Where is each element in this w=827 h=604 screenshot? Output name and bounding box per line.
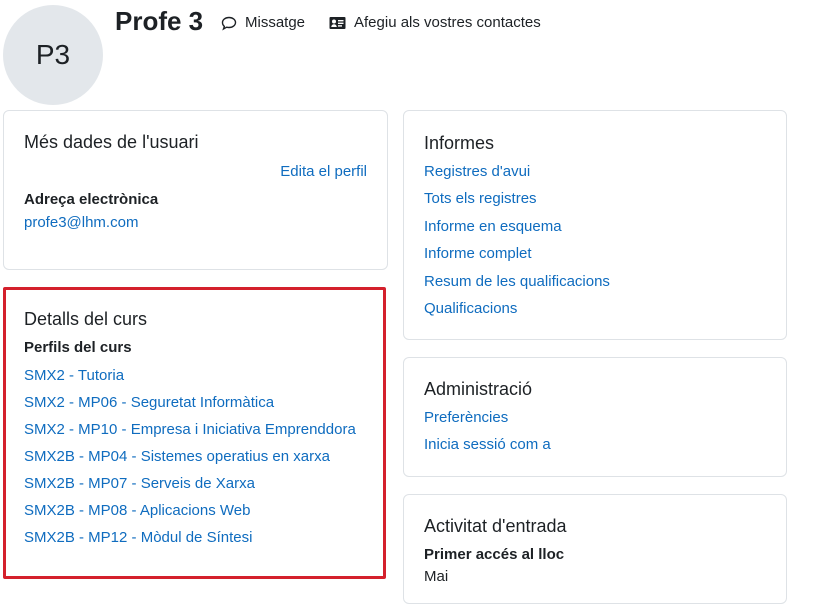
email-heading: Adreça electrònica [24,191,159,208]
course-link[interactable]: SMX2B - MP04 - Sistemes operatius en xar… [24,448,330,465]
login-activity-card: Activitat d'entrada Primer accés al lloc… [403,494,787,604]
report-link-all-logs[interactable]: Tots els registres [424,190,537,207]
administration-card: Administració Preferències Inicia sessió… [403,357,787,477]
add-contact-label: Afegiu als vostres contactes [354,14,541,31]
course-link[interactable]: SMX2B - MP12 - Mòdul de Síntesi [24,529,252,546]
course-link[interactable]: SMX2 - MP10 - Empresa i Iniciativa Empre… [24,421,356,438]
first-access-value: Mai [424,568,449,585]
email-link[interactable]: profe3@lhm.com [24,214,138,231]
report-link-complete[interactable]: Informe complet [424,245,532,262]
report-link-grades[interactable]: Qualificacions [424,300,517,317]
course-details-title: Detalls del curs [24,309,148,329]
preferences-link[interactable]: Preferències [424,409,508,426]
user-avatar: P3 [3,5,103,105]
edit-profile-link[interactable]: Edita el perfil [280,163,367,180]
user-details-title: Més dades de l'usuari [24,132,199,152]
report-link-outline[interactable]: Informe en esquema [424,218,562,235]
user-name-heading: Profe 3 [115,6,204,36]
administration-title: Administració [424,379,533,399]
reports-card: Informes Registres d'avui Tots els regis… [403,110,787,340]
course-link[interactable]: SMX2B - MP07 - Serveis de Xarxa [24,475,255,492]
course-link[interactable]: SMX2B - MP08 - Aplicacions Web [24,502,250,519]
address-card-icon [329,17,346,29]
login-as-link[interactable]: Inicia sessió com a [424,436,551,453]
report-link-today-logs[interactable]: Registres d'avui [424,163,530,180]
reports-list: Registres d'avui Tots els registres Info… [424,163,766,318]
report-link-grades-overview[interactable]: Resum de les qualificacions [424,273,610,290]
course-list: SMX2 - Tutoria SMX2 - MP06 - Seguretat I… [24,367,365,547]
message-label: Missatge [245,14,306,31]
reports-title: Informes [424,133,495,153]
course-details-card: Detalls del curs Perfils del curs SMX2 -… [3,287,386,579]
course-profiles-heading: Perfils del curs [24,339,132,356]
message-button[interactable]: Missatge [221,13,305,33]
add-contact-button[interactable]: Afegiu als vostres contactes [329,13,541,33]
speech-bubble-icon [221,16,237,31]
course-link[interactable]: SMX2 - MP06 - Seguretat Informàtica [24,394,274,411]
administration-list: Preferències Inicia sessió com a [424,409,766,454]
user-details-card: Més dades de l'usuari Edita el perfil Ad… [3,110,388,270]
first-access-heading: Primer accés al lloc [424,546,565,563]
avatar-initials: P3 [35,39,71,70]
login-activity-title: Activitat d'entrada [424,516,567,536]
course-link[interactable]: SMX2 - Tutoria [24,367,124,384]
